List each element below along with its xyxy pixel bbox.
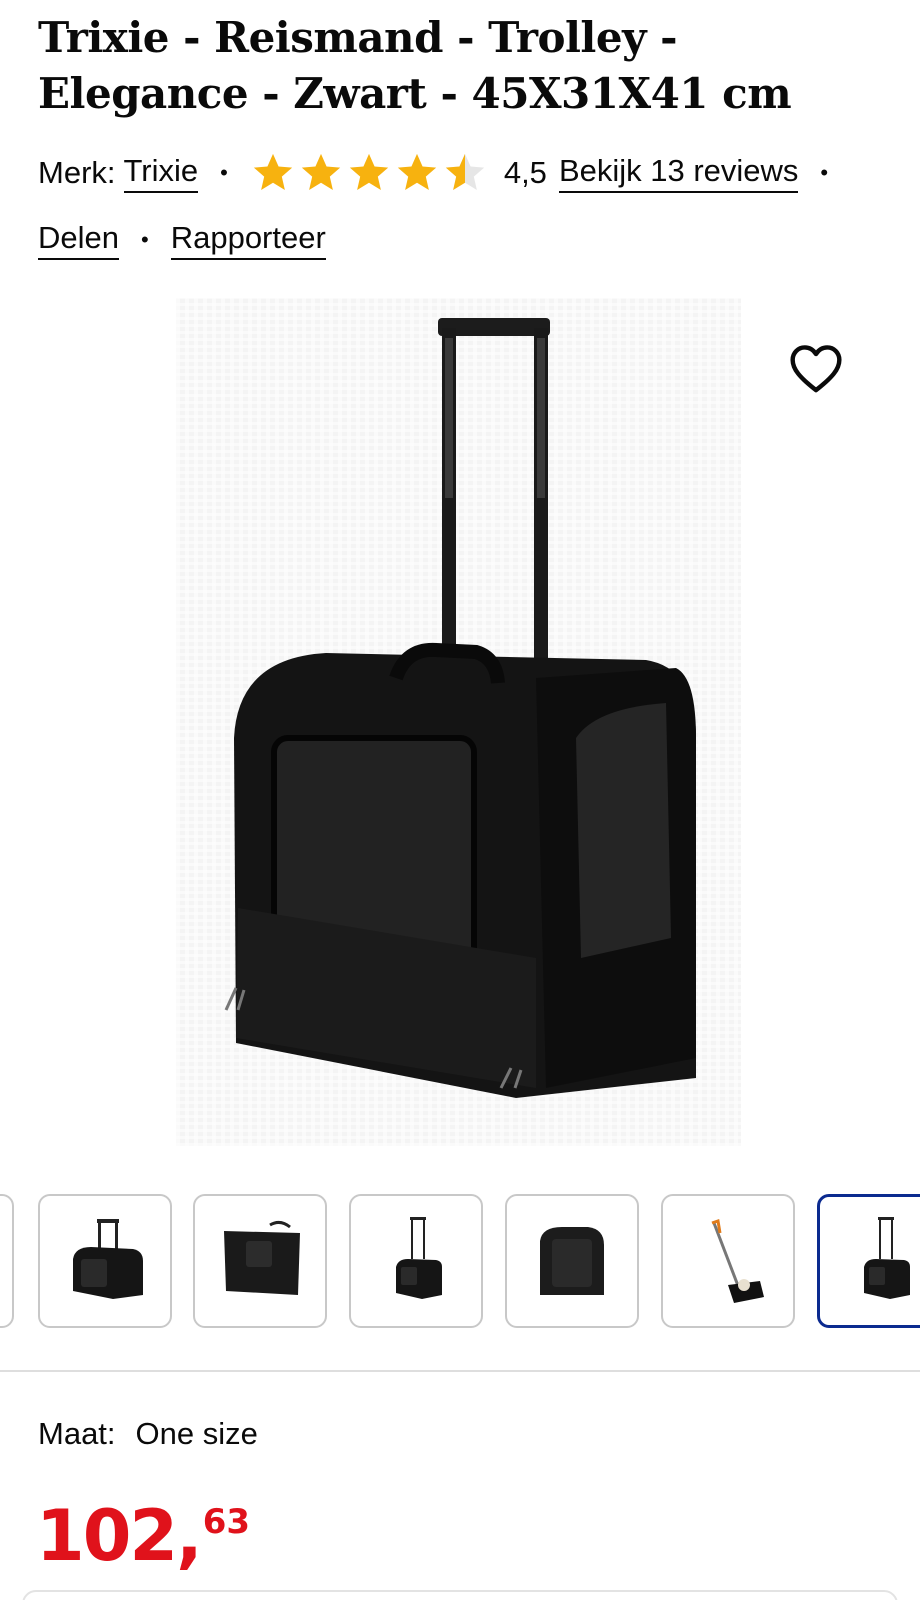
bottom-card <box>22 1590 898 1600</box>
rating-stars <box>250 150 490 196</box>
rating-value: 4,5 <box>503 155 547 190</box>
thumbnail-image <box>864 1217 910 1299</box>
size-selector: Maat: One size <box>38 1412 258 1456</box>
size-label: Maat: <box>38 1416 116 1451</box>
star-half-icon <box>445 153 484 191</box>
thumbnail-image <box>224 1220 300 1295</box>
separator-dot: • <box>820 160 829 185</box>
thumbnail[interactable] <box>193 1194 327 1328</box>
thumbnail[interactable] <box>349 1194 483 1328</box>
main-product-image[interactable] <box>176 298 741 1146</box>
size-value: One size <box>135 1416 258 1451</box>
separator-dot: • <box>220 160 228 185</box>
product-meta-row: Merk: Trixie • 4,5 Bekijk 13 reviews • <box>38 148 850 198</box>
product-title: Trixie - Reismand - Trolley - Elegance -… <box>38 10 898 122</box>
brand-link[interactable]: Trixie <box>123 153 199 193</box>
thumbnail-strip <box>0 1194 920 1332</box>
thumbnail-image <box>711 1219 764 1303</box>
product-title-line2: Elegance - Zwart - 45X31X41 cm <box>38 69 792 118</box>
heart-outline-icon <box>790 345 842 393</box>
star-full-icon <box>397 153 436 191</box>
price-separator: , <box>176 1495 203 1577</box>
separator-dot: • <box>141 227 149 252</box>
product-price: 102 , 63 <box>36 1498 250 1574</box>
product-page: Trixie - Reismand - Trolley - Elegance -… <box>0 0 920 1600</box>
thumbnail[interactable] <box>661 1194 795 1328</box>
product-title-line1: Trixie - Reismand - Trolley - <box>38 13 678 62</box>
section-divider <box>0 1370 920 1372</box>
thumbnail[interactable] <box>505 1194 639 1328</box>
trolley-bag-illustration <box>224 318 696 1098</box>
thumbnail[interactable] <box>38 1194 172 1328</box>
product-actions-row: Delen • Rapporteer <box>38 215 326 265</box>
thumbnail-image <box>540 1227 604 1295</box>
price-cents: 63 <box>202 1502 251 1542</box>
brand-label: Merk: <box>38 155 116 190</box>
thumbnail-active[interactable] <box>817 1194 920 1328</box>
reviews-link[interactable]: Bekijk 13 reviews <box>558 153 799 193</box>
star-full-icon <box>301 153 340 191</box>
thumbnail[interactable] <box>0 1194 14 1328</box>
favorite-button[interactable] <box>786 338 846 398</box>
star-full-icon <box>253 153 292 191</box>
report-link[interactable]: Rapporteer <box>170 220 326 260</box>
share-link[interactable]: Delen <box>38 220 119 260</box>
thumbnail-image <box>396 1217 442 1299</box>
price-whole: 102 <box>36 1495 178 1577</box>
star-full-icon <box>349 153 388 191</box>
thumbnail-image <box>73 1219 143 1299</box>
